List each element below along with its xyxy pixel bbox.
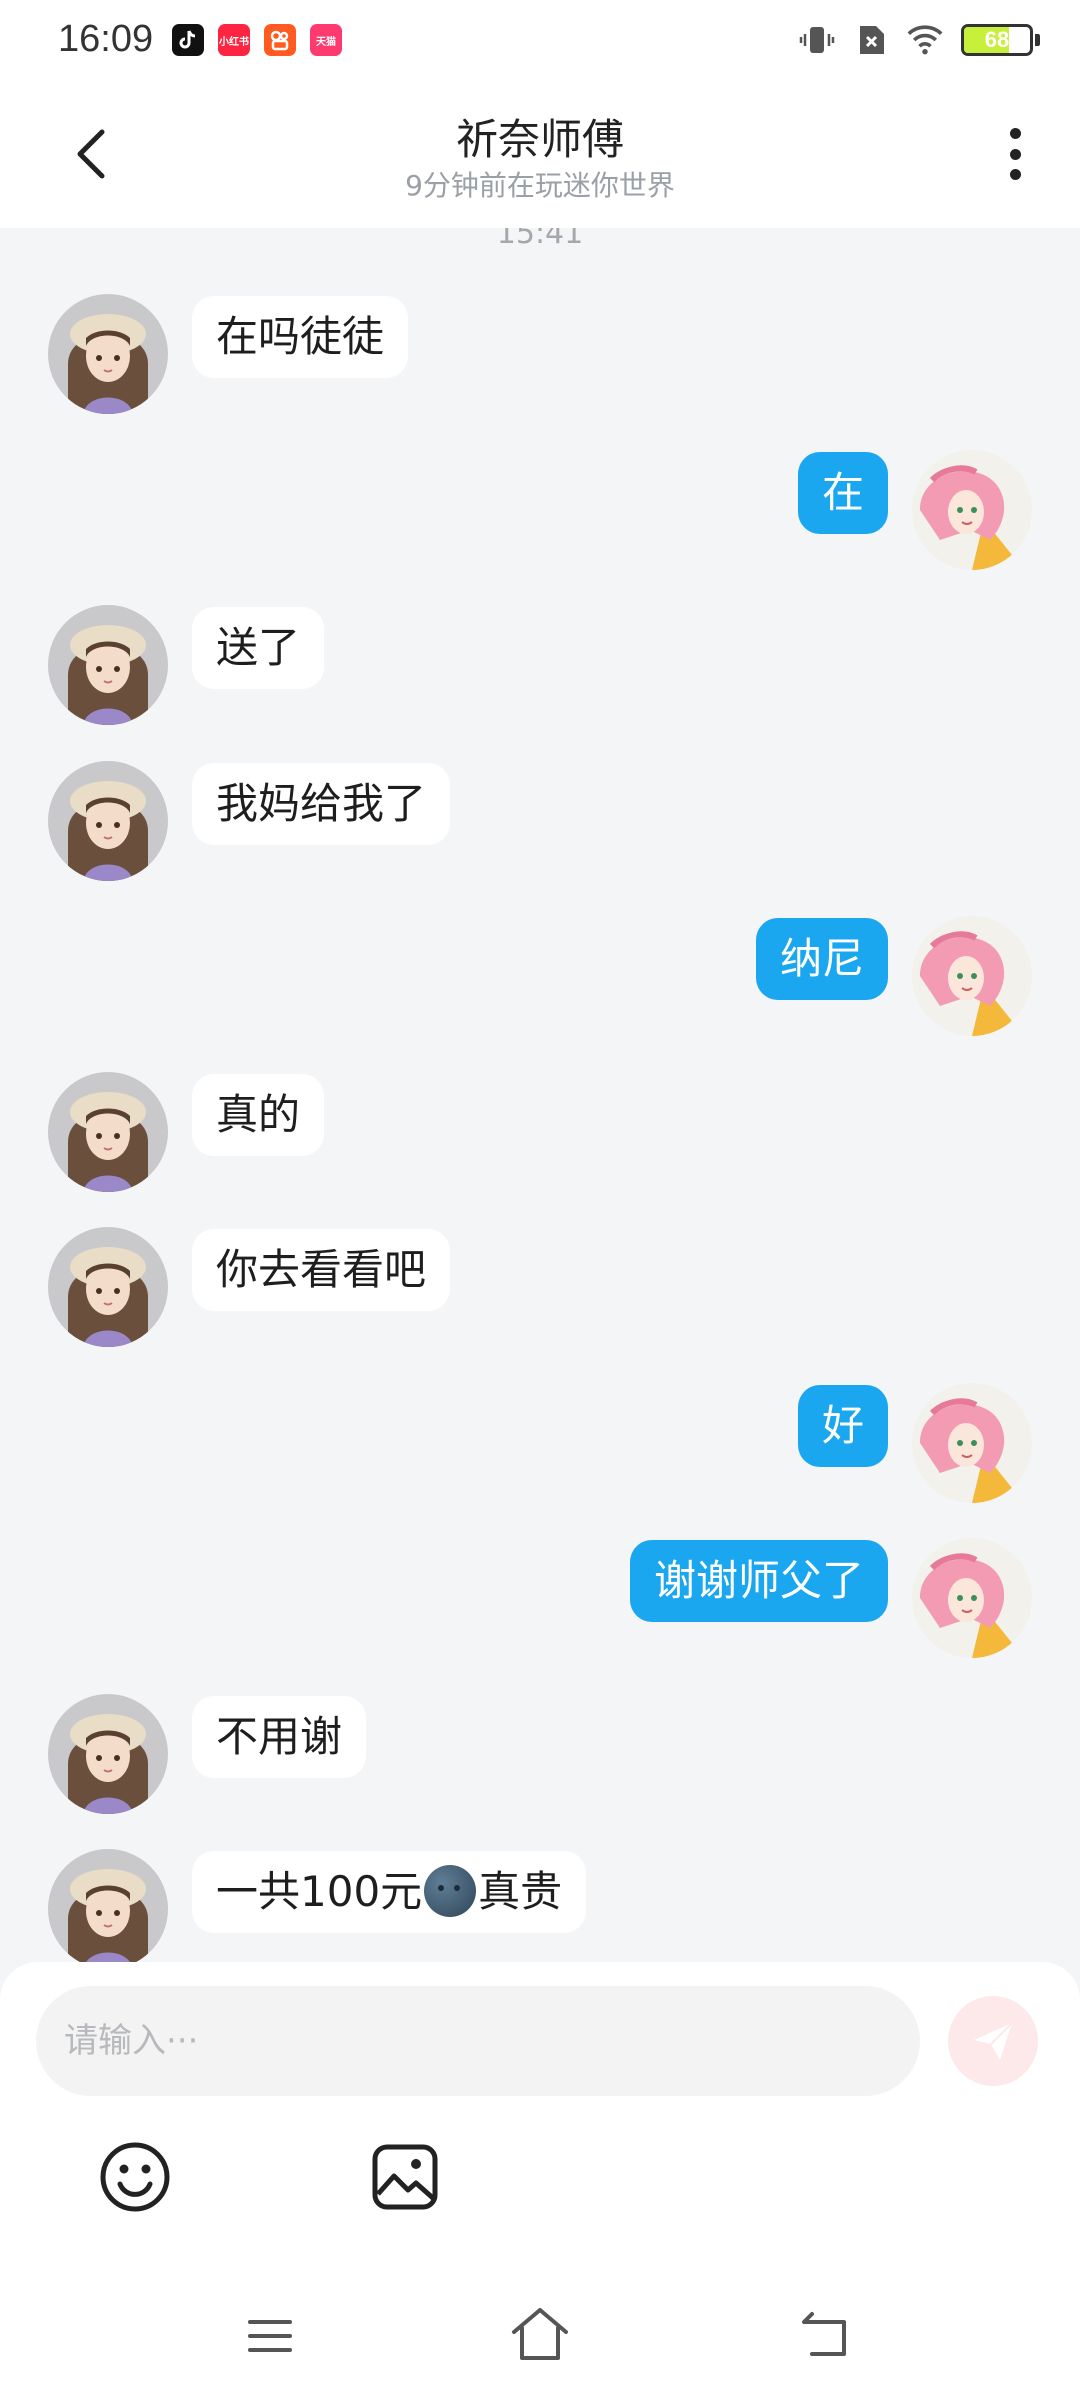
battery-level-text: 68 <box>984 27 1010 52</box>
received-message-bubble[interactable]: 送了 <box>192 607 325 689</box>
kuaishou-app-icon <box>264 24 296 56</box>
contact-avatar[interactable] <box>48 294 168 414</box>
back-arrow-icon <box>802 2312 846 2356</box>
contact-avatar[interactable] <box>48 1694 168 1814</box>
taobao-app-icon: 天猫 <box>310 24 342 56</box>
notification-app-icons: 小红书 天猫 <box>172 24 342 56</box>
image-icon <box>372 2144 438 2210</box>
sent-message-bubble[interactable]: 在 <box>797 452 888 534</box>
battery-indicator: 68 <box>961 24 1040 56</box>
more-options-button[interactable] <box>1000 124 1030 184</box>
message-list[interactable]: 15:41 在吗徒徒 在 送了 我妈给我了 纳尼 真的 你去看看吧 好 谢谢师父… <box>0 228 1080 1962</box>
received-message-bubble[interactable]: 不用谢 <box>192 1696 367 1778</box>
contact-avatar[interactable] <box>48 605 168 725</box>
contact-status: 9分钟前在玩迷你世界 <box>405 169 675 202</box>
message-input[interactable] <box>36 1986 920 2096</box>
xiaohongshu-app-icon: 小红书 <box>218 24 250 56</box>
status-bar: 16:09 小红书 天猫 68 <box>0 0 1080 80</box>
moon-face-emoji-icon <box>424 1864 477 1917</box>
contact-avatar[interactable] <box>48 1227 168 1347</box>
nav-menu-button[interactable] <box>246 2316 294 2356</box>
received-message-bubble[interactable]: 在吗徒徒 <box>192 296 409 378</box>
status-indicators: 68 <box>799 22 1040 58</box>
nav-back-button[interactable] <box>798 2308 852 2358</box>
vibrate-icon <box>799 22 835 58</box>
received-message-bubble[interactable]: 我妈给我了 <box>192 763 451 845</box>
my-avatar[interactable] <box>912 450 1032 570</box>
received-message-bubble[interactable]: 你去看看吧 <box>192 1229 451 1311</box>
message-text: 一共100元 <box>216 1867 423 1916</box>
more-dot-icon <box>1009 148 1021 160</box>
my-avatar[interactable] <box>912 1383 1032 1503</box>
nav-home-button[interactable] <box>510 2306 570 2362</box>
received-message-bubble[interactable]: 一共100元 真贵 <box>192 1851 587 1933</box>
message-timestamp: 15:41 <box>496 228 584 251</box>
my-avatar[interactable] <box>912 1538 1032 1658</box>
home-icon <box>512 2308 568 2360</box>
chat-header: 祈奈师傅 9分钟前在玩迷你世界 <box>0 80 1080 228</box>
more-dot-icon <box>1009 169 1021 180</box>
wifi-icon <box>907 22 943 58</box>
emoji-button[interactable] <box>98 2140 172 2214</box>
tiktok-app-icon <box>172 24 204 56</box>
send-icon <box>974 2022 1013 2060</box>
menu-icon <box>248 2320 292 2352</box>
contact-avatar[interactable] <box>48 1849 168 1962</box>
contact-avatar[interactable] <box>48 761 168 881</box>
image-button[interactable] <box>370 2142 440 2212</box>
no-sim-icon <box>853 22 889 58</box>
send-button[interactable] <box>948 1996 1038 2086</box>
smiley-icon <box>100 2142 170 2212</box>
sent-message-bubble[interactable]: 谢谢师父了 <box>629 1540 888 1622</box>
message-text: 真贵 <box>478 1867 563 1916</box>
status-time: 16:09 <box>58 18 154 60</box>
sent-message-bubble[interactable]: 纳尼 <box>755 918 888 1000</box>
more-dot-icon <box>1009 128 1021 139</box>
sent-message-bubble[interactable]: 好 <box>797 1385 888 1467</box>
received-message-bubble[interactable]: 真的 <box>192 1074 325 1156</box>
contact-name: 祈奈师傅 <box>455 115 624 164</box>
my-avatar[interactable] <box>912 916 1032 1036</box>
contact-avatar[interactable] <box>48 1072 168 1192</box>
